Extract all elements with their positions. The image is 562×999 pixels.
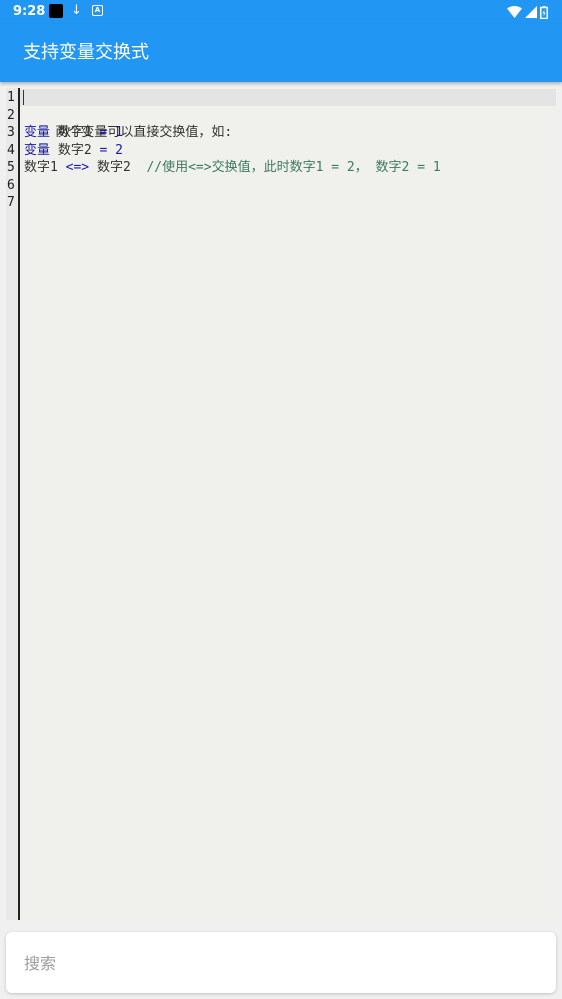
app-bar: 支持变量交换式 [0, 24, 562, 82]
line-number: 5 [7, 160, 15, 175]
number-token: 2 [107, 142, 123, 158]
status-right-icons [507, 4, 548, 20]
identifier-token: 数字2 [89, 160, 147, 175]
line-number: 4 [7, 142, 15, 158]
font-notification-icon: A [92, 5, 103, 16]
download-icon: ↓ [71, 3, 82, 18]
keyword-token: 变量 [24, 125, 51, 140]
search-card [6, 932, 556, 993]
search-input[interactable] [24, 950, 524, 976]
page-title: 支持变量交换式 [23, 42, 149, 63]
line-number: 1 [7, 90, 15, 105]
text-cursor [23, 90, 24, 105]
number-token: 1 [107, 125, 123, 140]
line-number: 7 [7, 195, 15, 210]
swap-operator-token: <=> [65, 160, 90, 175]
code-line-4[interactable]: 变量 数字2 = 2 [24, 142, 123, 160]
signal-icon [525, 6, 537, 18]
current-line-highlight [20, 89, 556, 106]
identifier-token: 数字1 [50, 125, 100, 140]
app-notification-icon [49, 4, 63, 18]
comment-token: //使用<=>交换值，此时数字1 = 2， 数字2 = 1 [146, 160, 441, 175]
line-number-gutter [6, 88, 20, 920]
code-line-3[interactable]: 变量 数字1 = 1 [24, 124, 123, 142]
code-editor[interactable]: 1 2 3 4 5 6 7 两个变量可以直接交换值，如: 变量 数字1 = 1 … [6, 88, 556, 920]
code-line-5[interactable]: 数字1 <=> 数字2 //使用<=>交换值，此时数字1 = 2， 数字2 = … [24, 159, 441, 177]
battery-icon [540, 5, 548, 19]
line-number: 2 [7, 107, 15, 123]
identifier-token: 数字2 [50, 142, 100, 158]
identifier-token: 数字1 [24, 160, 66, 175]
status-time: 9:28 [13, 4, 46, 19]
line-number: 6 [7, 177, 15, 193]
status-bar: 9:28 ↓ A [0, 0, 562, 24]
line-number: 3 [7, 125, 15, 140]
keyword-token: 变量 [24, 142, 51, 158]
wifi-icon [507, 6, 522, 18]
